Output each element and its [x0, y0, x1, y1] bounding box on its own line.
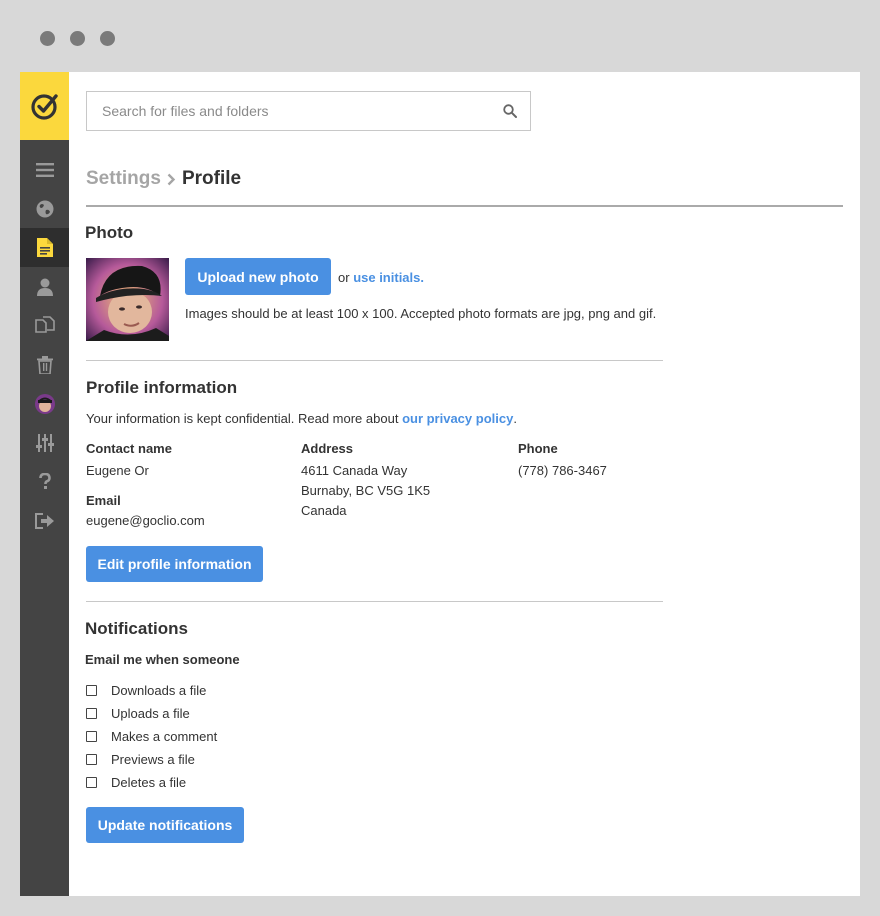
- upload-photo-button[interactable]: Upload new photo: [185, 258, 331, 295]
- header-divider: [86, 205, 843, 207]
- notify-option-label: Makes a comment: [111, 729, 218, 744]
- checkbox[interactable]: [86, 754, 97, 765]
- initials-period: .: [420, 270, 425, 285]
- profile-photo: [86, 258, 169, 341]
- sidebar-item-contacts[interactable]: [20, 267, 69, 306]
- checkbox[interactable]: [86, 777, 97, 788]
- notify-option-label: Uploads a file: [111, 706, 190, 721]
- phone-value: (778) 786-3467: [518, 463, 607, 478]
- notify-option-uploads[interactable]: Uploads a file: [86, 706, 190, 721]
- notify-option-previews[interactable]: Previews a file: [86, 752, 195, 767]
- notify-option-downloads[interactable]: Downloads a file: [86, 683, 206, 698]
- breadcrumb: Settings Profile: [86, 168, 241, 190]
- avatar: [34, 393, 55, 414]
- privacy-period: .: [513, 411, 517, 426]
- sidebar-nav: [20, 150, 69, 540]
- breadcrumb-settings[interactable]: Settings: [86, 168, 161, 190]
- notify-option-label: Deletes a file: [111, 775, 187, 790]
- help-icon: [38, 473, 51, 489]
- privacy-policy-link[interactable]: our privacy policy: [402, 411, 513, 426]
- address-line: Canada: [301, 503, 347, 518]
- notify-option-label: Previews a file: [111, 752, 195, 767]
- search-icon[interactable]: [503, 104, 517, 118]
- photo-hint: Images should be at least 100 x 100. Acc…: [185, 306, 657, 321]
- initials-option: or use initials.: [338, 270, 424, 285]
- copy-icon: [34, 316, 55, 333]
- notify-option-label: Downloads a file: [111, 683, 207, 698]
- sliders-icon: [35, 433, 54, 452]
- checkbox[interactable]: [86, 708, 97, 719]
- phone-label: Phone: [518, 441, 558, 456]
- email-label: Email: [86, 493, 121, 508]
- logo[interactable]: [20, 72, 69, 140]
- email-value: eugene@goclio.com: [86, 513, 205, 528]
- sidebar-item-trash[interactable]: [20, 345, 69, 384]
- checkbox[interactable]: [86, 731, 97, 742]
- privacy-notice: Your information is kept confidential. R…: [86, 411, 517, 426]
- sidebar-item-logout[interactable]: [20, 501, 69, 540]
- sidebar-item-menu[interactable]: [20, 150, 69, 189]
- privacy-notice-text: Your information is kept confidential. R…: [86, 411, 399, 426]
- main-content: Settings Profile Photo: [69, 72, 860, 896]
- address-line: Burnaby, BC V5G 1K5: [301, 483, 431, 498]
- sidebar-item-profile[interactable]: [20, 384, 69, 423]
- contact-name-value: Eugene Or: [86, 463, 149, 478]
- menu-icon: [35, 162, 54, 177]
- sidebar-item-help[interactable]: [20, 462, 69, 501]
- use-initials-link[interactable]: use initials: [353, 270, 420, 285]
- window-dot-close[interactable]: [40, 31, 55, 46]
- contact-name-label: Contact name: [86, 441, 172, 456]
- app-window: Settings Profile Photo: [20, 72, 860, 896]
- notify-option-deletes[interactable]: Deletes a file: [86, 775, 186, 790]
- address-value: 4611 Canada Way Burnaby, BC V5G 1K5 Cana…: [301, 461, 430, 521]
- update-notifications-button[interactable]: Update notifications: [86, 807, 244, 843]
- search-bar: [86, 91, 531, 131]
- address-label: Address: [301, 441, 354, 456]
- photo-divider: [86, 360, 663, 361]
- checkbox[interactable]: [86, 685, 97, 696]
- sidebar-item-shared[interactable]: [20, 306, 69, 345]
- notifications-heading: Notifications: [85, 619, 188, 638]
- window-controls: [40, 31, 115, 46]
- page-title: Profile: [181, 168, 242, 189]
- profile-divider: [86, 601, 663, 602]
- edit-profile-button[interactable]: Edit profile information: [86, 546, 263, 582]
- or-text: or: [338, 270, 350, 285]
- document-icon: [36, 238, 53, 257]
- logout-icon: [35, 512, 54, 529]
- address-line: 4611 Canada Way: [301, 463, 408, 478]
- search-input[interactable]: [87, 92, 487, 130]
- chevron-right-icon: [167, 173, 176, 185]
- globe-icon: [36, 200, 53, 217]
- sidebar-item-documents[interactable]: [20, 228, 69, 267]
- photo-heading: Photo: [85, 223, 134, 242]
- trash-icon: [36, 355, 53, 374]
- profile-info-heading: Profile information: [86, 378, 238, 397]
- notifications-subheading: Email me when someone: [85, 652, 240, 667]
- user-icon: [36, 278, 53, 296]
- sidebar: [20, 72, 69, 896]
- check-circle-icon: [30, 94, 58, 120]
- sidebar-item-settings[interactable]: [20, 423, 69, 462]
- window-dot-maximize[interactable]: [100, 31, 115, 46]
- sidebar-item-globe[interactable]: [20, 189, 69, 228]
- window-dot-minimize[interactable]: [70, 31, 85, 46]
- notify-option-comments[interactable]: Makes a comment: [86, 729, 217, 744]
